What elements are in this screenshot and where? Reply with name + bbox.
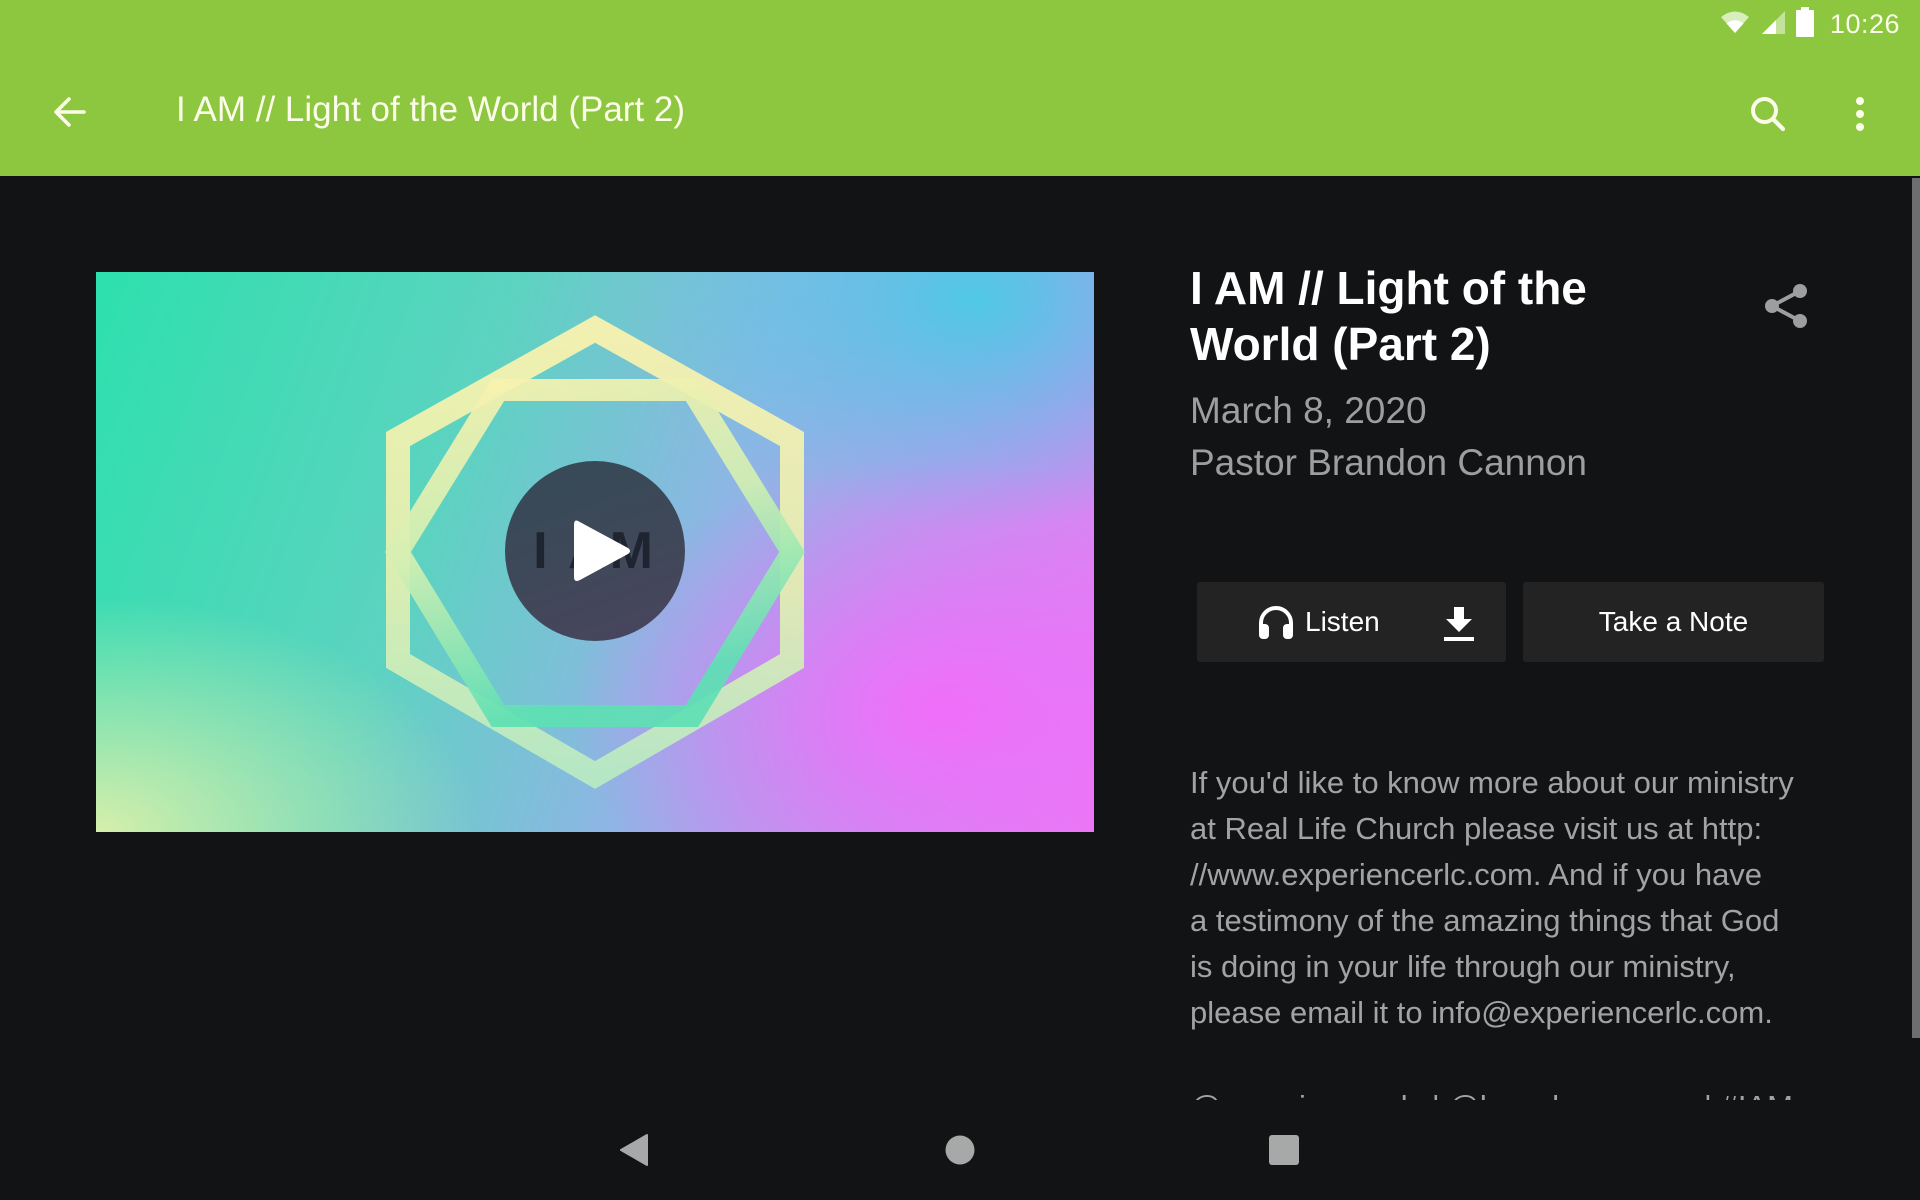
wifi-icon	[1720, 10, 1750, 39]
take-a-note-label: Take a Note	[1598, 606, 1749, 637]
sermon-description: If you'd like to know more about our min…	[1190, 760, 1830, 1036]
nav-home-button[interactable]	[930, 1120, 990, 1180]
description-line: //www.experiencerlc.com. And if you have	[1190, 857, 1763, 892]
download-button[interactable]	[1437, 602, 1481, 646]
back-button[interactable]	[44, 86, 96, 138]
app-bar-title: I AM // Light of the World (Part 2)	[176, 90, 686, 129]
description-cut-line: @experience_rlc | @brandoncannon | #IAM	[1190, 1086, 1830, 1100]
description-line: please email it to info@experiencerlc.co…	[1190, 995, 1773, 1030]
nav-back-button[interactable]	[604, 1120, 664, 1180]
status-time: 10:26	[1829, 8, 1900, 39]
more-options-button[interactable]	[1834, 88, 1886, 140]
download-icon	[1444, 607, 1474, 641]
status-bar: 10:26	[0, 0, 1920, 48]
sermon-title: I AM // Light of the World (Part 2)	[1190, 262, 1587, 370]
social-handles: @experience_rlc | @brandoncannon | #IAM	[1190, 1086, 1830, 1100]
cell-signal-icon	[1760, 9, 1786, 40]
search-button[interactable]	[1742, 88, 1794, 140]
sermon-detail-content: I AM I AM // Light of the World (Part 2)…	[0, 176, 1920, 1100]
more-vert-icon	[1856, 97, 1864, 131]
sermon-speaker: Pastor Brandon Cannon	[1190, 442, 1587, 483]
app-bar: I AM // Light of the World (Part 2)	[0, 48, 1920, 176]
headphones-icon	[1259, 606, 1293, 639]
scrollbar[interactable]	[1912, 178, 1920, 1038]
play-button[interactable]: I AM	[505, 461, 685, 641]
description-line: at Real Life Church please visit us at h…	[1190, 811, 1763, 846]
search-icon	[1751, 97, 1786, 132]
description-line: is doing in your life through our minist…	[1190, 949, 1736, 984]
battery-icon	[1795, 6, 1814, 42]
listen-button-group: Listen	[1197, 582, 1506, 662]
listen-label: Listen	[1305, 606, 1380, 637]
description-line: If you'd like to know more about our min…	[1190, 765, 1794, 800]
nav-recents-button[interactable]	[1254, 1120, 1314, 1180]
video-thumbnail[interactable]: I AM	[96, 272, 1094, 832]
nav-home-icon	[945, 1135, 975, 1165]
system-nav-bar	[0, 1100, 1920, 1200]
share-button[interactable]	[1756, 276, 1816, 336]
sermon-date: March 8, 2020	[1190, 390, 1427, 431]
nav-back-icon	[620, 1134, 648, 1166]
description-line: a testimony of the amazing things that G…	[1190, 903, 1780, 938]
nav-recents-icon	[1269, 1135, 1299, 1165]
listen-button[interactable]: Listen	[1257, 582, 1380, 662]
play-icon	[574, 520, 630, 581]
take-a-note-button[interactable]: Take a Note	[1523, 582, 1824, 662]
status-icons: 10:26	[1720, 6, 1900, 42]
share-icon	[1765, 284, 1807, 328]
arrow-left-icon	[54, 97, 86, 127]
